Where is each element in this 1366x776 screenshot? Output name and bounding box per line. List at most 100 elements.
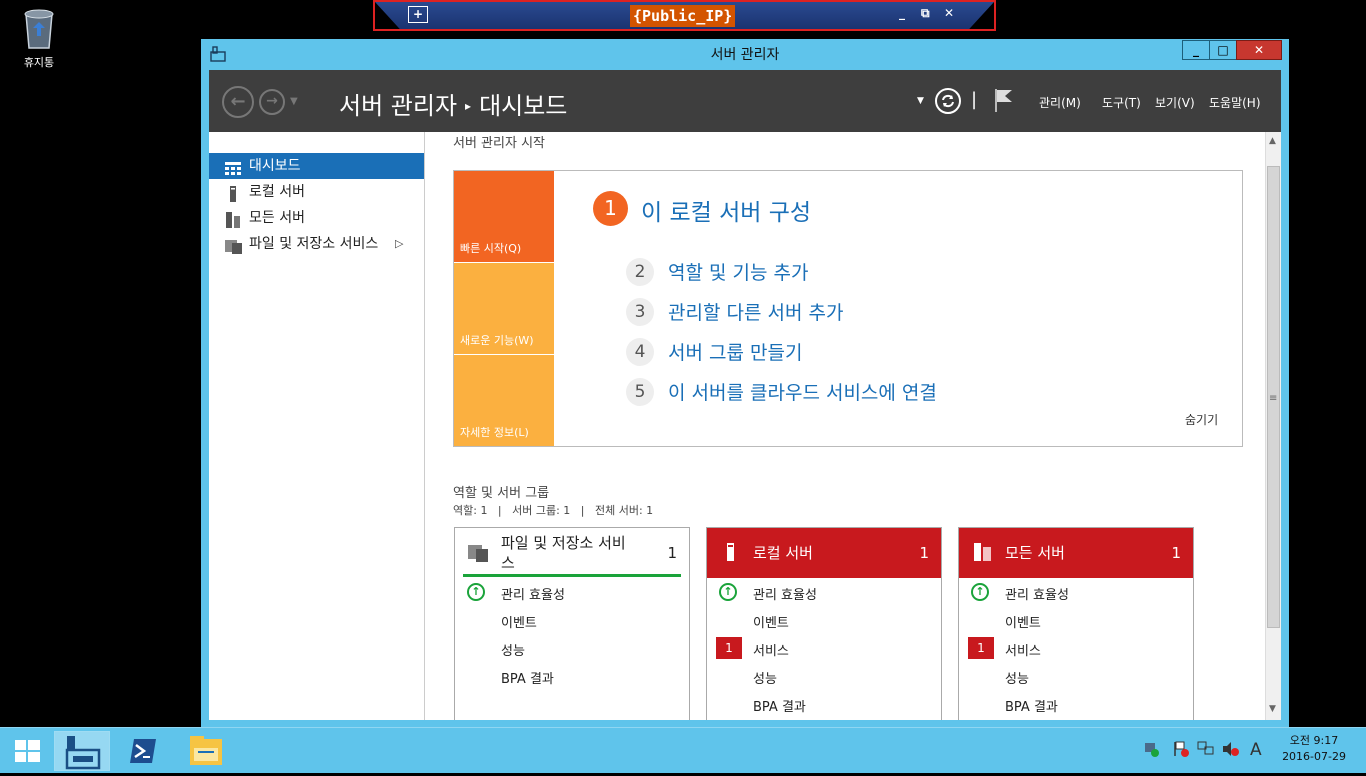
ok-arrow-icon: ↑ (971, 583, 989, 601)
row-manageability[interactable]: 관리 효율성 (1005, 584, 1069, 603)
close-button[interactable]: ✕ (1236, 40, 1282, 60)
row-services[interactable]: 서비스 (753, 640, 789, 659)
title-bar: 서버 관리자 _ □ ✕ (201, 39, 1289, 69)
role-card-file-storage[interactable]: 파일 및 저장소 서비 스 1 ↑ 관리 효율성 이벤트 성능 BPA 결과 (454, 527, 690, 720)
step-4-link[interactable]: 서버 그룹 만들기 (668, 338, 802, 365)
rdp-minimize-button[interactable]: _ (899, 6, 905, 20)
window-title: 서버 관리자 (710, 47, 780, 63)
taskbar-file-explorer[interactable] (178, 731, 234, 771)
taskbar: A 오전 9:17 2016-07-29 (0, 727, 1366, 773)
step-1-number: 1 (593, 191, 628, 226)
card-title: 파일 및 저장소 서비 (501, 534, 626, 552)
refresh-dropdown-icon[interactable]: ▼ (917, 96, 924, 106)
content-area: 대시보드 로컬 서버 모든 서버 파일 및 저장소 서비스 ▷ 서버 관리자 시… (209, 132, 1281, 720)
ime-mode-indicator[interactable]: A (1250, 740, 1262, 760)
row-manageability[interactable]: 관리 효율성 (501, 584, 565, 603)
step-5-number: 5 (626, 378, 654, 406)
recycle-bin[interactable]: 휴지통 (12, 6, 66, 70)
nav-item-file-storage[interactable]: 파일 및 저장소 서비스 ▷ (209, 231, 424, 257)
nav-item-dashboard[interactable]: 대시보드 (209, 153, 424, 179)
tile-whats-new[interactable]: 새로운 기능(W) (454, 263, 554, 354)
header-bar: ← → ▼ 서버 관리자 ▸ 대시보드 ▼ | 관리(M) 도구(T) 보기(V) … (209, 70, 1281, 132)
row-events[interactable]: 이벤트 (1005, 612, 1041, 631)
ok-arrow-icon: ↑ (719, 583, 737, 601)
clock-date: 2016-07-29 (1282, 750, 1346, 763)
card-title: 모든 서버 (1005, 544, 1065, 562)
nav-label: 모든 서버 (249, 210, 305, 226)
step-2-link[interactable]: 역할 및 기능 추가 (668, 258, 808, 285)
hide-link[interactable]: 숨기기 (1185, 411, 1218, 428)
row-manageability[interactable]: 관리 효율성 (753, 584, 817, 603)
card-count: 1 (919, 544, 929, 562)
start-button[interactable] (0, 731, 56, 771)
clock-time: 오전 9:17 (1289, 734, 1339, 747)
row-bpa-results[interactable]: BPA 결과 (753, 696, 806, 715)
nav-label: 파일 및 저장소 서비스 (249, 236, 379, 252)
scroll-up-icon[interactable]: ▲ (1269, 136, 1276, 146)
maximize-button[interactable]: □ (1209, 40, 1237, 60)
menu-manage[interactable]: 관리(M) (1039, 94, 1081, 111)
menu-view[interactable]: 보기(V) (1155, 94, 1195, 111)
rdp-connection-bar: + {Public_IP} _ ⧉ ✕ (373, 0, 996, 31)
step-3-number: 3 (626, 298, 654, 326)
chevron-right-icon[interactable]: ▷ (395, 231, 403, 257)
card-header[interactable]: 파일 및 저장소 서비 스 1 (455, 528, 689, 578)
vertical-scrollbar[interactable]: ▲ ≡ ▼ (1265, 132, 1281, 720)
menu-help[interactable]: 도움말(H) (1209, 94, 1261, 111)
tile-quick-start[interactable]: 빠른 시작(Q) (454, 171, 554, 262)
roles-section-title: 역할 및 서버 그룹 (453, 486, 550, 501)
row-bpa-results[interactable]: BPA 결과 (1005, 696, 1058, 715)
row-bpa-results[interactable]: BPA 결과 (501, 668, 554, 687)
step-1-link[interactable]: 이 로컬 서버 구성 (641, 193, 811, 227)
clock[interactable]: 오전 9:17 2016-07-29 (1282, 733, 1346, 765)
notification-flag-icon[interactable] (993, 87, 1015, 117)
nav-item-all-servers[interactable]: 모든 서버 (209, 205, 424, 231)
row-services[interactable]: 서비스 (1005, 640, 1041, 659)
role-card-all-servers[interactable]: 모든 서버 1 ↑ 관리 효율성 이벤트 1 서비스 성능 BPA 결과 (958, 527, 1194, 720)
card-title-wrap: 스 (501, 554, 515, 572)
taskbar-powershell[interactable] (116, 731, 172, 771)
network-icon[interactable] (1196, 740, 1216, 762)
row-events[interactable]: 이벤트 (753, 612, 789, 631)
status-bar (463, 574, 681, 577)
back-arrow-icon[interactable]: ← (222, 86, 254, 118)
rdp-close-button[interactable]: ✕ (944, 6, 954, 20)
breadcrumb-page: 대시보드 (479, 92, 568, 120)
action-center-flag-icon[interactable] (1172, 740, 1190, 762)
roles-summary: 역할: 1 | 서버 그룹: 1 | 전체 서버: 1 (453, 504, 654, 517)
card-header[interactable]: 로컬 서버 1 (707, 528, 941, 578)
services-alert-badge: 1 (716, 637, 742, 659)
card-count: 1 (667, 544, 677, 562)
network-shield-icon[interactable] (1143, 740, 1161, 762)
forward-arrow-icon[interactable]: → (259, 89, 285, 115)
row-performance[interactable]: 성능 (1005, 668, 1029, 687)
card-header[interactable]: 모든 서버 1 (959, 528, 1193, 578)
recycle-bin-icon (22, 6, 56, 50)
card-title: 로컬 서버 (753, 544, 813, 562)
row-performance[interactable]: 성능 (501, 640, 525, 659)
breadcrumb-root[interactable]: 서버 관리자 (339, 92, 457, 120)
role-card-local-server[interactable]: 로컬 서버 1 ↑ 관리 효율성 이벤트 1 서비스 성능 BPA 결과 (706, 527, 942, 720)
file-storage-icon (225, 237, 243, 263)
step-4-number: 4 (626, 338, 654, 366)
nav-item-local-server[interactable]: 로컬 서버 (209, 179, 424, 205)
minimize-button[interactable]: _ (1182, 40, 1210, 60)
menu-tools[interactable]: 도구(T) (1102, 94, 1141, 111)
nav-label: 로컬 서버 (249, 184, 305, 200)
server-icon (720, 542, 740, 566)
row-events[interactable]: 이벤트 (501, 612, 537, 631)
tile-learn-more[interactable]: 자세한 정보(L) (454, 355, 554, 446)
pin-icon[interactable]: + (408, 6, 428, 23)
services-alert-badge: 1 (968, 637, 994, 659)
refresh-icon[interactable] (934, 87, 962, 119)
row-performance[interactable]: 성능 (753, 668, 777, 687)
navigation-pane: 대시보드 로컬 서버 모든 서버 파일 및 저장소 서비스 ▷ (209, 132, 425, 720)
scroll-down-icon[interactable]: ▼ (1269, 704, 1276, 714)
history-dropdown-icon[interactable]: ▼ (290, 96, 298, 107)
step-5-link[interactable]: 이 서버를 클라우드 서비스에 연결 (668, 378, 937, 405)
file-storage-icon (468, 542, 490, 566)
step-3-link[interactable]: 관리할 다른 서버 추가 (668, 298, 843, 325)
rdp-restore-button[interactable]: ⧉ (921, 6, 930, 21)
speaker-muted-icon[interactable] (1221, 740, 1241, 762)
taskbar-server-manager[interactable] (54, 731, 110, 771)
